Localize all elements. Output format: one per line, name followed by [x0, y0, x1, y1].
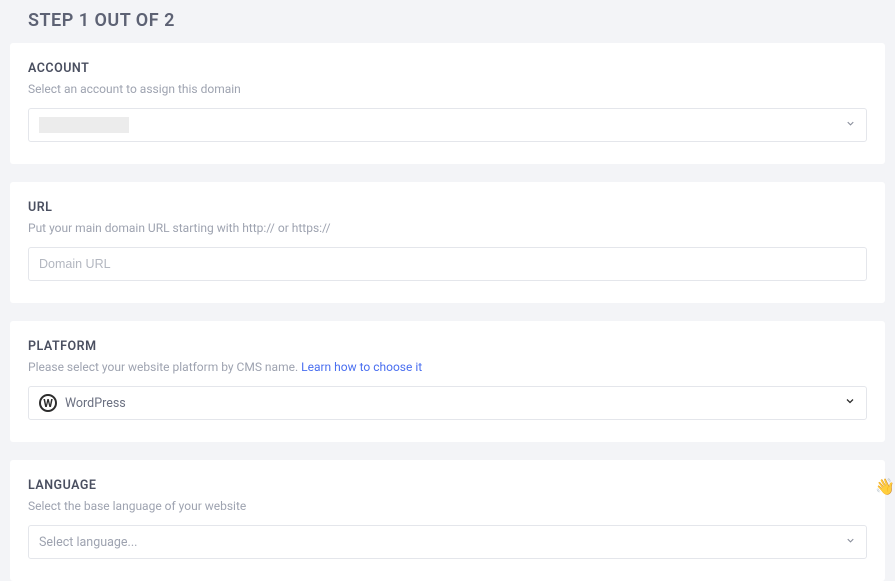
account-card: ACCOUNT Select an account to assign this…	[10, 43, 885, 164]
account-selected-value-redacted	[39, 117, 129, 133]
language-select[interactable]: Select language...	[28, 525, 867, 559]
language-subtext: Select the base language of your website	[28, 499, 867, 513]
wordpress-icon: W	[39, 394, 57, 412]
url-card: URL Put your main domain URL starting wi…	[10, 182, 885, 303]
language-placeholder: Select language...	[39, 535, 137, 550]
chevron-down-icon	[844, 395, 856, 411]
url-input-wrapper	[28, 247, 867, 281]
language-card: LANGUAGE Select the base language of you…	[10, 460, 885, 581]
platform-select[interactable]: W WordPress	[28, 386, 867, 420]
platform-card: PLATFORM Please select your website plat…	[10, 321, 885, 442]
page-title: STEP 1 OUT OF 2	[28, 10, 885, 31]
chevron-down-icon	[845, 535, 856, 550]
account-select[interactable]	[28, 108, 867, 142]
language-heading: LANGUAGE	[28, 478, 867, 493]
url-heading: URL	[28, 200, 867, 215]
platform-heading: PLATFORM	[28, 339, 867, 354]
platform-subtext-prefix: Please select your website platform by C…	[28, 360, 301, 374]
platform-subtext: Please select your website platform by C…	[28, 360, 867, 374]
corner-decoration: 👋	[875, 477, 895, 496]
chevron-down-icon	[845, 118, 856, 133]
account-heading: ACCOUNT	[28, 61, 867, 76]
url-subtext: Put your main domain URL starting with h…	[28, 221, 867, 235]
platform-selected-value: WordPress	[65, 396, 126, 411]
domain-url-input[interactable]	[39, 257, 856, 271]
account-subtext: Select an account to assign this domain	[28, 82, 867, 96]
platform-learn-link[interactable]: Learn how to choose it	[301, 360, 422, 374]
